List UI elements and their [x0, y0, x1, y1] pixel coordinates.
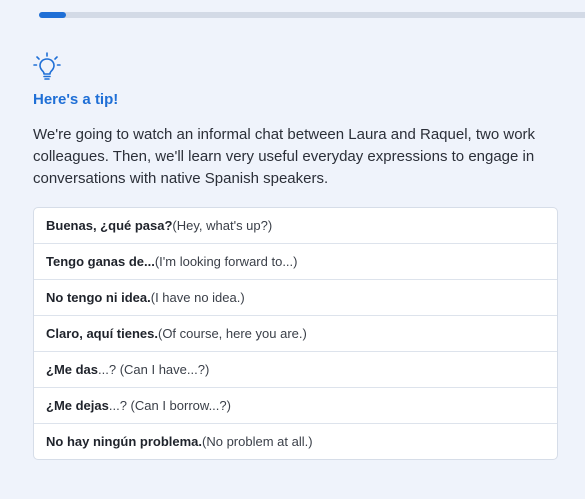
phrase-translation: (Of course, here you are.) [157, 326, 307, 341]
phrase-spanish: No hay ningún problema. [46, 434, 203, 449]
phrase-item: No tengo ni idea. (I have no idea.) [34, 280, 557, 316]
lightbulb-icon [33, 52, 61, 82]
lesson-progress-fill [39, 12, 67, 18]
phrase-item: Tengo ganas de... (I'm looking forward t… [34, 244, 557, 280]
phrase-translation: (I'm looking forward to...) [154, 254, 298, 269]
phrase-list: Buenas, ¿qué pasa? (Hey, what's up?) Ten… [33, 207, 558, 460]
phrase-translation: (Hey, what's up?) [172, 218, 273, 233]
phrase-spanish: ¿Me dejas [46, 398, 109, 413]
phrase-item: ¿Me dejas...? (Can I borrow...?) [34, 388, 557, 424]
phrase-translation: ...? (Can I borrow...?) [108, 398, 231, 413]
phrase-item: No hay ningún problema. (No problem at a… [34, 424, 557, 459]
phrase-translation: (No problem at all.) [202, 434, 313, 449]
phrase-translation: (I have no idea.) [150, 290, 245, 305]
phrase-spanish: ¿Me das [46, 362, 99, 377]
phrase-translation: ...? (Can I have...?) [98, 362, 210, 377]
lesson-progress-bar [39, 12, 585, 18]
phrase-item: ¿Me das...? (Can I have...?) [34, 352, 557, 388]
phrase-item: Claro, aquí tienes. (Of course, here you… [34, 316, 557, 352]
phrase-spanish: Buenas, ¿qué pasa? [46, 218, 173, 233]
phrase-item: Buenas, ¿qué pasa? (Hey, what's up?) [34, 208, 557, 244]
phrase-spanish: Tengo ganas de... [46, 254, 155, 269]
tip-title: Here's a tip! [33, 91, 119, 108]
phrase-spanish: Claro, aquí tienes. [46, 326, 158, 341]
tip-description: We're going to watch an informal chat be… [33, 126, 536, 187]
phrase-spanish: No tengo ni idea. [46, 290, 151, 305]
